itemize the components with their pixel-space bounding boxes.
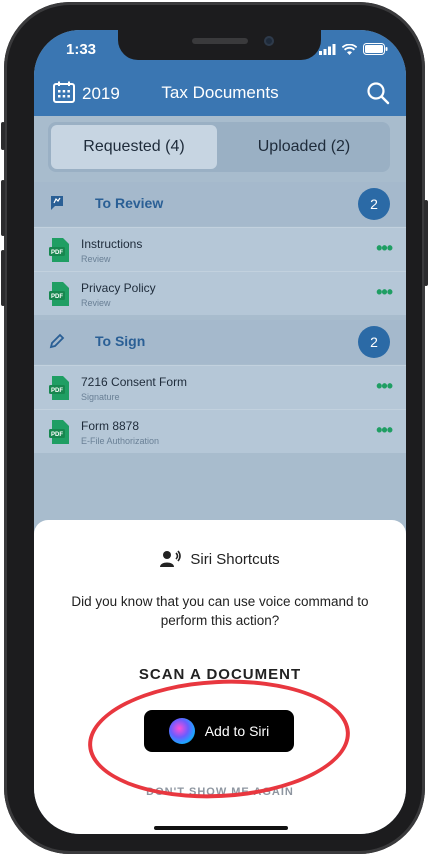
document-name: 7216 Consent Form [81, 375, 188, 389]
svg-text:PDF: PDF [51, 294, 63, 300]
wifi-icon [342, 43, 357, 55]
document-row[interactable]: PDF Instructions Review ••• [34, 227, 406, 271]
battery-icon [363, 43, 388, 55]
count-badge: 2 [358, 326, 390, 358]
pdf-icon: PDF [49, 420, 69, 444]
home-indicator[interactable] [154, 826, 288, 830]
document-row[interactable]: PDF 7216 Consent Form Signature ••• [34, 365, 406, 409]
document-name: Privacy Policy [81, 281, 156, 295]
section-title: To Sign [95, 333, 146, 349]
more-icon[interactable]: ••• [376, 420, 393, 441]
segmented-control: Requested (4) Uploaded (2) [48, 122, 390, 172]
svg-text:PDF: PDF [51, 432, 63, 438]
voice-command-icon [160, 550, 182, 567]
search-icon[interactable] [366, 81, 390, 105]
notch [118, 30, 321, 60]
more-icon[interactable]: ••• [376, 282, 393, 303]
tab-requested[interactable]: Requested (4) [51, 125, 217, 169]
pdf-icon: PDF [49, 282, 69, 306]
volume-down-button [1, 250, 5, 306]
status-icons [319, 43, 388, 55]
svg-text:PDF: PDF [51, 250, 63, 256]
page-title: Tax Documents [161, 83, 279, 102]
pdf-icon: PDF [49, 238, 69, 262]
sheet-description: Did you know that you can use voice comm… [71, 594, 369, 628]
count-badge: 2 [358, 188, 390, 220]
document-status: E-File Authorization [81, 436, 160, 446]
power-button [424, 200, 428, 286]
front-camera [264, 36, 274, 46]
tab-uploaded[interactable]: Uploaded (2) [221, 125, 387, 169]
pencil-icon [49, 333, 65, 349]
section-to-sign: To Sign 2 [34, 320, 406, 364]
document-name: Instructions [81, 237, 143, 251]
signal-icon [319, 43, 336, 55]
more-icon[interactable]: ••• [376, 376, 393, 397]
document-status: Review [81, 254, 111, 264]
app-header: 2019 Tax Documents [34, 72, 406, 116]
document-row[interactable]: PDF Privacy Policy Review ••• [34, 271, 406, 315]
section-title: To Review [95, 195, 164, 211]
status-time: 1:33 [66, 41, 97, 58]
svg-text:PDF: PDF [51, 388, 63, 394]
pdf-icon: PDF [49, 376, 69, 400]
more-icon[interactable]: ••• [376, 238, 393, 259]
document-row[interactable]: PDF Form 8878 E-File Authorization ••• [34, 409, 406, 453]
document-status: Review [81, 298, 111, 308]
sheet-title-text: Siri Shortcuts [190, 550, 280, 568]
review-flag-icon [51, 196, 63, 210]
volume-up-button [1, 180, 5, 236]
section-to-review: To Review 2 [34, 182, 406, 226]
silent-switch [1, 122, 5, 150]
sheet-title: Siri Shortcuts [34, 550, 406, 568]
speaker [192, 38, 248, 44]
document-status: Signature [81, 392, 120, 402]
document-name: Form 8878 [81, 419, 140, 433]
